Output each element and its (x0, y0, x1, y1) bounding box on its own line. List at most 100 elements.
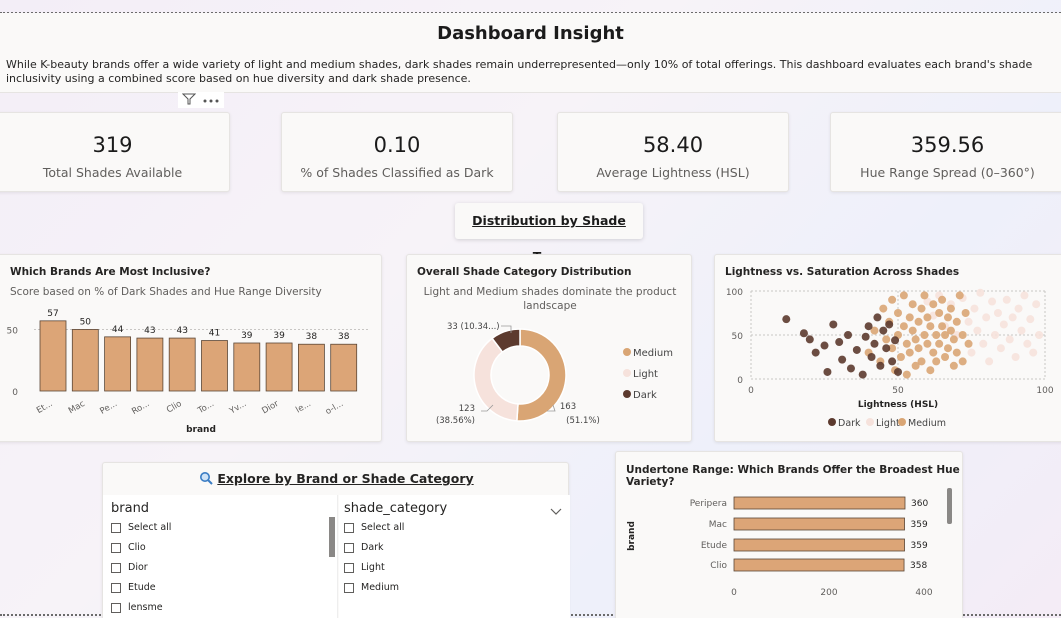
brand-option-dior[interactable]: Dior (111, 562, 148, 573)
scatter-point-dark (846, 364, 855, 373)
scatter-point-medium (946, 304, 955, 313)
shade-category-donut-chart[interactable]: Overall Shade Category Distribution Ligh… (406, 254, 692, 442)
scatter-point-light (976, 288, 985, 297)
scatter-point-medium (932, 331, 941, 339)
hue-range-bar-chart[interactable]: Undertone Range: Which Brands Offer the … (615, 451, 963, 618)
data-label: 39 (241, 331, 253, 341)
checkbox[interactable] (111, 522, 121, 533)
y-tick-label: Clio (710, 561, 727, 571)
scatter-point-light (967, 348, 976, 357)
scatter-point-dark (876, 361, 885, 370)
data-label: 57 (47, 309, 58, 319)
brand-option-select-all[interactable]: Select all (111, 522, 171, 533)
scatter-point-light (1014, 304, 1023, 313)
data-label: 43 (144, 326, 155, 336)
scatter-point-light (1029, 348, 1038, 357)
scatter-point-dark (829, 320, 838, 329)
chevron-down-icon[interactable] (550, 501, 562, 520)
scatter-point-medium (938, 322, 947, 331)
y-tick-label: 100 (726, 288, 743, 298)
scatter-point-light (1032, 300, 1041, 309)
checkbox[interactable] (344, 562, 354, 573)
filter-icon[interactable] (181, 93, 197, 108)
category-slicer-header: shade_category (344, 501, 448, 516)
distribution-by-shade-type-button[interactable]: Distribution by Shade Type (455, 203, 643, 264)
scatter-point-dark (782, 315, 791, 324)
scatter-point-dark (820, 341, 829, 350)
scatter-point-dark (870, 339, 879, 348)
category-option-select-all[interactable]: Select all (344, 522, 404, 533)
inclusivity-bar-chart[interactable]: Which Brands Are Most Inclusive? Score b… (0, 254, 382, 442)
more-options-icon[interactable] (202, 93, 220, 107)
scatter-point-medium (894, 309, 902, 317)
data-label: 358 (910, 561, 927, 571)
scatter-point-medium (902, 370, 911, 379)
scatter-point-medium (914, 344, 923, 353)
scatter-point-medium (908, 326, 917, 335)
scatter-point-medium (941, 353, 950, 361)
checkbox[interactable] (344, 582, 354, 593)
scatter-point-light (964, 317, 973, 326)
data-label-medium-percent: (51.1%) (566, 416, 600, 426)
scatter-point-light (1002, 295, 1011, 304)
scatter-point-medium (899, 291, 908, 300)
data-label: 41 (209, 329, 220, 339)
checkbox[interactable] (344, 522, 354, 533)
scatter-point-light (985, 357, 994, 366)
brand-slicer-scrollbar[interactable] (329, 517, 335, 557)
x-tick-label: 0 (748, 386, 754, 396)
scatter-point-light (1017, 326, 1026, 335)
checkbox[interactable] (111, 582, 121, 593)
scatter-point-medium (949, 361, 958, 370)
brand-option-clio[interactable]: Clio (111, 542, 146, 553)
scatter-point-medium (923, 339, 932, 348)
scatter-point-medium (917, 304, 926, 313)
scatter-chart-plot: 00 50 50 100 100 Lightness (HSL) Dark Light Medi… (726, 288, 1054, 429)
bar (39, 320, 67, 392)
brand-option-lensme[interactable]: lensme (111, 602, 163, 613)
scatter-point-light (993, 309, 1002, 317)
option-label: Dark (361, 542, 384, 553)
scatter-point-dark (844, 331, 853, 339)
data-label: 359 (911, 520, 928, 530)
scatter-point-medium (935, 339, 944, 348)
scatter-point-dark (885, 320, 894, 329)
checkbox[interactable] (111, 542, 121, 553)
bar (330, 343, 358, 392)
bar (733, 558, 905, 572)
option-label: Light (361, 562, 385, 573)
scatter-point-dark (873, 313, 882, 322)
scatter-point-light (999, 320, 1008, 329)
category-option-light[interactable]: Light (344, 562, 385, 573)
checkbox[interactable] (111, 602, 121, 613)
donut-slice-medium (516, 328, 567, 422)
x-tick-label: Et... (35, 399, 55, 416)
scatter-point-light (973, 326, 982, 335)
x-tick-label: Yv... (227, 399, 248, 417)
category-option-dark[interactable]: Dark (344, 542, 384, 553)
scatter-point-medium (952, 348, 961, 357)
slicer-title: Explore by Brand or Shade Category (103, 471, 570, 488)
kpi-value: 359.56 (910, 133, 985, 157)
scatter-point-medium (926, 366, 935, 375)
lightness-saturation-scatter-chart[interactable]: Lightness vs. Saturation Across Shades 0… (714, 254, 1061, 442)
data-label: 44 (112, 325, 124, 335)
x-tick-label: 0 (731, 588, 737, 598)
scatter-point-medium (908, 300, 917, 309)
slicer-title-text: Explore by Brand or Shade Category (217, 471, 474, 486)
scatter-point-light (1035, 331, 1044, 339)
checkbox[interactable] (344, 542, 354, 553)
scatter-point-medium (943, 344, 952, 353)
checkbox[interactable] (111, 562, 121, 573)
kpi-card-hue-range: 359.56 Hue Range Spread (0–360°) (830, 112, 1061, 192)
scatter-point-medium (888, 295, 897, 304)
scatter-point-dark (882, 344, 891, 353)
legend-label: Medium (633, 348, 673, 359)
scatter-point-medium (949, 335, 958, 344)
x-axis-label: brand (186, 425, 216, 435)
data-label-light-percent: (38.56%) (436, 416, 475, 426)
y-tick-label: Peripera (690, 499, 727, 509)
scatter-point-medium (943, 313, 952, 322)
category-option-medium[interactable]: Medium (344, 582, 399, 593)
brand-option-etude[interactable]: Etude (111, 582, 156, 593)
